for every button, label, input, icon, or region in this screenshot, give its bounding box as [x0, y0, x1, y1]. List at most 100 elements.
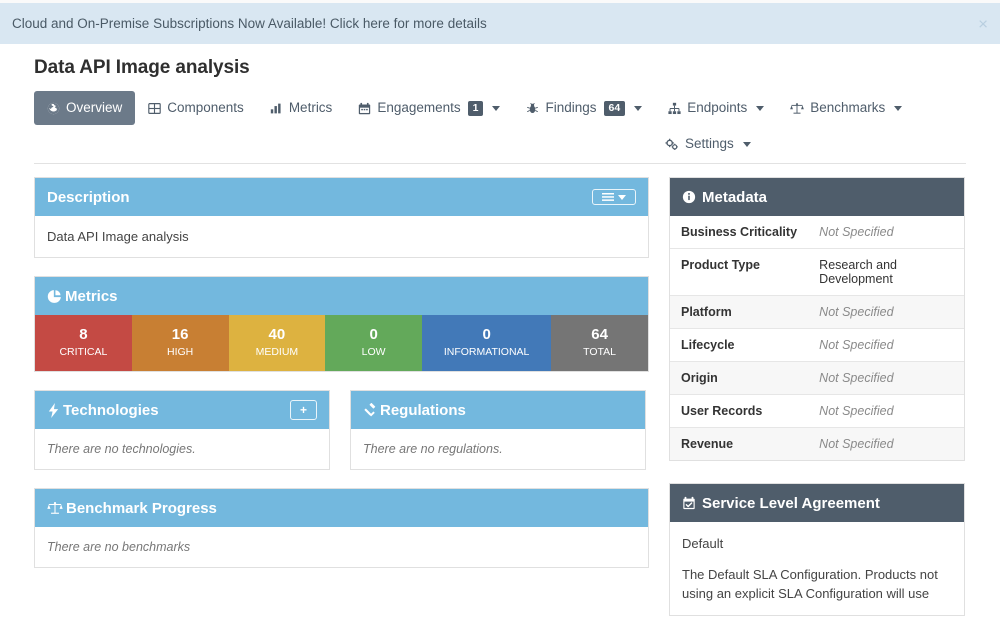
dashboard-columns: Description Data API Image analysis Metr… — [34, 177, 966, 634]
severity-label: TOTAL — [583, 346, 617, 358]
severity-cell-total[interactable]: 64 TOTAL — [551, 315, 648, 371]
tab-findings[interactable]: Findings 64 — [513, 91, 655, 125]
metrics-panel: Metrics 8 CRITICAL 16 HIGH 40 MEDIUM 0 L… — [34, 276, 649, 372]
table-row: Revenue Not Specified — [670, 427, 964, 460]
metrics-panel-title: Metrics — [65, 287, 118, 305]
balance-scale-icon — [790, 102, 805, 115]
technologies-panel-title: Technologies — [63, 401, 159, 419]
calendar-check-icon — [682, 496, 696, 510]
tab-label: Settings — [685, 136, 734, 151]
cogs-icon — [665, 138, 679, 151]
tab-engagements[interactable]: Engagements 1 — [345, 91, 513, 125]
metadata-key: Revenue — [670, 427, 809, 460]
benchmark-progress-panel-header: Benchmark Progress — [35, 489, 648, 527]
sla-panel-body: Default The Default SLA Configuration. P… — [670, 522, 964, 603]
metadata-key: Platform — [670, 295, 809, 329]
description-menu-button[interactable] — [592, 189, 636, 205]
severity-count: 64 — [591, 326, 608, 343]
bug-icon — [526, 102, 539, 115]
tab-label: Components — [167, 100, 244, 115]
description-panel-header: Description — [35, 178, 648, 216]
announcement-banner[interactable]: Cloud and On-Premise Subscriptions Now A… — [0, 0, 1000, 44]
plus-icon: + — [299, 403, 307, 417]
severity-cell-high[interactable]: 16 HIGH — [131, 315, 229, 371]
metadata-key: Lifecycle — [670, 328, 809, 362]
sla-panel-title: Service Level Agreement — [702, 494, 880, 512]
hamburger-icon — [602, 192, 614, 202]
calendar-icon — [358, 102, 371, 115]
sla-panel: Service Level Agreement Default The Defa… — [669, 483, 965, 616]
tab-label: Findings — [545, 100, 597, 115]
regulations-panel-title: Regulations — [380, 401, 466, 419]
metadata-value: Not Specified — [808, 394, 964, 428]
metadata-value: Not Specified — [819, 225, 894, 239]
tab-components[interactable]: Components — [135, 91, 257, 125]
benchmark-progress-panel-title: Benchmark Progress — [66, 499, 217, 517]
technologies-panel: Technologies + There are no technologies… — [34, 390, 330, 470]
severity-label: INFORMATIONAL — [443, 346, 530, 358]
bolt-icon — [47, 402, 60, 418]
metadata-table: Business Criticality Not Specified Produ… — [670, 216, 964, 460]
add-technology-button[interactable]: + — [289, 400, 317, 420]
regulations-panel-header: Regulations — [351, 391, 645, 429]
chevron-down-icon[interactable] — [894, 105, 903, 111]
description-panel-title-group: Description — [47, 189, 130, 206]
tab-label: Engagements — [377, 100, 461, 115]
close-icon[interactable]: × — [978, 15, 988, 32]
metadata-panel-title: Metadata — [702, 188, 768, 206]
metadata-value: Research and Development — [808, 248, 964, 296]
sla-name: Default — [682, 536, 724, 551]
page-content: Data API Image analysis Overview Compone… — [0, 57, 1000, 634]
table-row: Business Criticality Not Specified — [670, 216, 964, 249]
description-panel: Description Data API Image analysis — [34, 177, 649, 258]
chevron-down-icon[interactable] — [756, 105, 765, 111]
severity-cell-low[interactable]: 0 LOW — [325, 315, 422, 371]
metadata-key: Product Type — [670, 248, 809, 296]
tab-metrics[interactable]: Metrics — [257, 91, 346, 125]
metrics-panel-title-group: Metrics — [47, 288, 118, 305]
technologies-panel-title-group: Technologies — [47, 402, 159, 419]
regulations-panel-title-group: Regulations — [363, 402, 466, 419]
tab-label: Endpoints — [687, 100, 748, 115]
table-row: Platform Not Specified — [670, 295, 964, 329]
metadata-value: Not Specified — [808, 361, 964, 395]
announcement-banner-text: Cloud and On-Premise Subscriptions Now A… — [12, 15, 487, 31]
severity-summary-row: 8 CRITICAL 16 HIGH 40 MEDIUM 0 LOW 0 INF… — [35, 315, 648, 371]
bar-chart-icon — [270, 102, 283, 115]
tab-benchmarks[interactable]: Benchmarks — [777, 91, 915, 125]
severity-count: 16 — [171, 326, 189, 343]
metadata-key: Origin — [670, 361, 809, 395]
metadata-key: Business Criticality — [681, 225, 798, 239]
metadata-value: Not Specified — [808, 427, 964, 460]
chevron-down-icon[interactable] — [634, 105, 643, 111]
description-panel-title: Description — [47, 188, 130, 206]
regulations-empty-message: There are no regulations. — [363, 442, 503, 456]
balance-scale-icon — [47, 501, 63, 515]
tech-reg-row: Technologies + There are no technologies… — [34, 390, 649, 488]
severity-cell-critical[interactable]: 8 CRITICAL — [35, 315, 132, 371]
gavel-icon — [363, 403, 377, 417]
regulations-panel: Regulations There are no regulations. — [350, 390, 646, 470]
sla-description: The Default SLA Configuration. Products … — [682, 567, 938, 601]
chevron-down-icon[interactable] — [742, 141, 751, 147]
tab-overview[interactable]: Overview — [34, 91, 136, 125]
metrics-panel-header: Metrics — [35, 277, 648, 315]
product-tab-nav: Overview Components Metrics Engagements … — [34, 91, 966, 164]
table-row: User Records Not Specified — [670, 394, 964, 428]
table-icon — [148, 102, 162, 115]
tab-settings[interactable]: Settings — [652, 127, 764, 161]
table-row: Product Type Research and Development — [670, 248, 964, 296]
tab-label: Metrics — [288, 100, 333, 115]
severity-cell-informational[interactable]: 0 INFORMATIONAL — [422, 315, 552, 371]
chevron-down-icon — [618, 194, 626, 200]
severity-cell-medium[interactable]: 40 MEDIUM — [228, 315, 326, 371]
pie-chart-icon — [47, 289, 62, 304]
tab-endpoints[interactable]: Endpoints — [655, 91, 777, 125]
severity-label: LOW — [361, 346, 386, 358]
sitemap-icon — [668, 102, 681, 115]
metadata-panel-header: Metadata — [670, 178, 964, 216]
findings-count-badge: 64 — [603, 100, 626, 116]
page-title: Data API Image analysis — [34, 57, 250, 78]
chevron-down-icon[interactable] — [492, 105, 501, 111]
technologies-panel-header: Technologies + — [35, 391, 329, 429]
